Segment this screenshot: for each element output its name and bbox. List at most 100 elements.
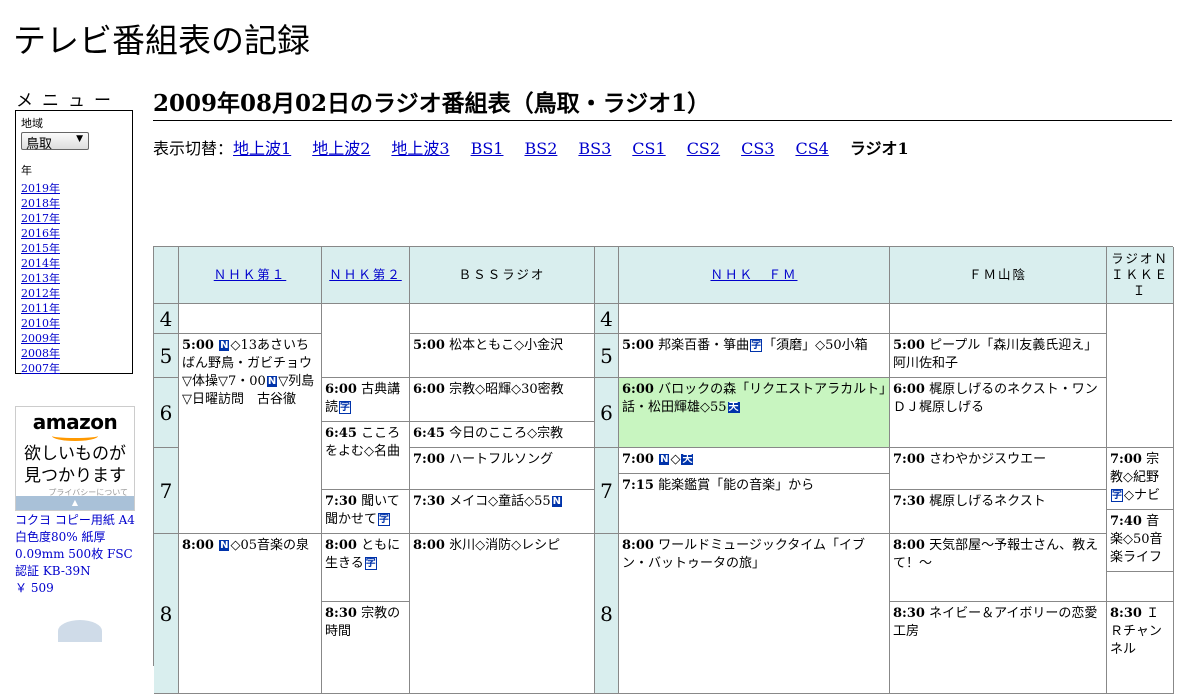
year-link-2009[interactable]: 2009年 (21, 331, 127, 346)
hour-cell: 8 (154, 534, 179, 694)
year-link-2010[interactable]: 2010年 (21, 316, 127, 331)
switch-bs2[interactable]: BS2 (524, 139, 557, 158)
amazon-ad[interactable]: amazon 欲しいものが 見つかります プライバシーについて ▲ (15, 406, 135, 511)
hour-header-corner-right (595, 247, 619, 304)
program-empty (322, 304, 410, 378)
program-cell[interactable]: 5:00 邦楽百番・箏曲字「須磨」◇50小箱 (619, 334, 890, 378)
ad-product-image[interactable] (58, 620, 102, 642)
ad-line1: 欲しいものが (24, 444, 126, 464)
caption-icon: 字 (378, 513, 391, 526)
program-empty (1107, 304, 1174, 448)
program-cell[interactable]: 7:30 聞いて聞かせて字 (322, 490, 410, 534)
program-cell[interactable]: 7:00 ハートフルソング (410, 448, 595, 490)
caption-icon: 字 (364, 557, 377, 570)
region-select-value: 鳥取 (26, 137, 53, 152)
ad-scroll-up-icon[interactable]: ▲ (16, 496, 134, 510)
switch-terrestrial2[interactable]: 地上波2 (312, 139, 370, 158)
program-cell[interactable]: 5:00 松本ともこ◇小金沢 (410, 334, 595, 378)
switch-cs2[interactable]: CS2 (687, 139, 720, 158)
hour-cell: 7 (595, 448, 619, 534)
hour-cell: 4 (595, 304, 619, 334)
hour-cell: 6 (595, 378, 619, 448)
year-link-2015[interactable]: 2015年 (21, 241, 127, 256)
program-empty (410, 304, 595, 334)
news-icon: N (219, 540, 230, 551)
program-cell[interactable]: 8:00 N ◇05音楽の泉 (179, 534, 322, 694)
year-link-2012[interactable]: 2012年 (21, 286, 127, 301)
amazon-logo: amazon (32, 410, 118, 434)
news-icon: N (551, 496, 562, 507)
program-cell[interactable]: 7:30 メイコ◇童話◇55 N (410, 490, 595, 534)
program-cell[interactable]: 6:00 宗教◇昭輝◇30密教 (410, 378, 595, 422)
menu-box: 地域 鳥取 ▼ 年 2019年 2018年 2017年 2016年 2015年 … (15, 110, 133, 376)
caption-icon: 字 (750, 339, 763, 352)
year-link-2007[interactable]: 2007年 (21, 361, 127, 376)
channel-header-nhk1: ＮＨＫ第１ (179, 247, 322, 304)
program-cell[interactable]: 6:45 今日のこころ◇宗教 (410, 422, 595, 448)
program-cell[interactable]: 6:00 梶原しげるのネクスト・ワンＤＪ梶原しげる (890, 378, 1107, 448)
year-link-2019[interactable]: 2019年 (21, 181, 127, 196)
switch-radio1-current: ラジオ1 (849, 139, 909, 158)
program-cell[interactable]: 8:00 天気部屋～予報士さん、教えて！～ (890, 534, 1107, 602)
channel-header-fmsanin: ＦＭ山陰 (890, 247, 1107, 304)
ad-line2: 見つかります (24, 466, 126, 486)
year-link-2017[interactable]: 2017年 (21, 211, 127, 226)
year-link-2013[interactable]: 2013年 (21, 271, 127, 286)
news-icon: N (659, 454, 670, 465)
stereo-icon: 天 (727, 402, 740, 413)
year-link-2008[interactable]: 2008年 (21, 346, 127, 361)
channel-header-nhk2: ＮＨＫ第２ (322, 247, 410, 304)
program-cell-highlighted[interactable]: 6:00 バロックの森「リクエストアラカルト」話・松田輝雄◇55 天 (619, 378, 890, 448)
switch-cs1[interactable]: CS1 (632, 139, 665, 158)
switch-bs1[interactable]: BS1 (471, 139, 504, 158)
ad-product-link[interactable]: コクヨ コピー用紙 A4 白色度80% 紙厚 0.09mm 500枚 FSC認証… (15, 512, 137, 580)
hour-cell: 8 (595, 534, 619, 694)
channel-header-bss: ＢＳＳラジオ (410, 247, 595, 304)
program-cell[interactable]: 7:40 音楽◇50音楽ライフ (1107, 510, 1174, 572)
program-cell[interactable]: 7:15 能楽鑑賞「能の音楽」から (619, 474, 890, 534)
caption-icon: 字 (1111, 489, 1123, 502)
ad-product-price: ￥ 509 (15, 581, 54, 595)
switcher-label: 表示切替： (153, 139, 234, 158)
year-list: 2019年 2018年 2017年 2016年 2015年 2014年 2013… (21, 181, 127, 376)
program-cell[interactable]: 5:00 N ◇13あさいちばん野鳥・ガビチョウ▽体操▽7・00 N ▽列島▽日曜訪問… (179, 334, 322, 534)
program-cell[interactable]: 7:00 宗教◇紀野字 ◇ナビ (1107, 448, 1174, 510)
switch-bs3[interactable]: BS3 (578, 139, 611, 158)
program-cell[interactable]: 8:00 氷川◇消防◇レシピ (410, 534, 595, 694)
site-title: テレビ番組表の記録 (13, 21, 310, 60)
program-cell[interactable]: 6:45 こころをよむ◇名曲 (322, 422, 410, 490)
region-label: 地域 (21, 117, 43, 130)
program-cell[interactable]: 5:00 ピープル「森川友義氏迎え」阿川佐和子 (890, 334, 1107, 378)
channel-link-nhk1[interactable]: ＮＨＫ第１ (214, 267, 287, 283)
program-empty (179, 304, 322, 334)
year-link-2011[interactable]: 2011年 (21, 301, 127, 316)
program-cell[interactable]: 6:00 古典講読字 (322, 378, 410, 422)
menu-title: メニュー (16, 91, 120, 111)
year-link-2016[interactable]: 2016年 (21, 226, 127, 241)
switch-terrestrial1[interactable]: 地上波1 (233, 139, 291, 158)
news-icon: N (266, 376, 278, 387)
program-cell[interactable]: 8:00 ワールドミュージックタイム「イブン・バットゥータの旅」 (619, 534, 890, 694)
hour-cell: 6 (154, 378, 179, 448)
program-cell[interactable]: 8:30 ネイビー＆アイボリーの恋愛工房 (890, 602, 1107, 694)
switch-cs4[interactable]: CS4 (795, 139, 828, 158)
program-cell[interactable]: 7:00 N ◇ 天 (619, 448, 890, 474)
switch-cs3[interactable]: CS3 (741, 139, 774, 158)
channel-link-nhk2[interactable]: ＮＨＫ第２ (329, 267, 402, 283)
channel-header-nhkfm: ＮＨＫ ＦＭ (619, 247, 890, 304)
program-empty (1107, 572, 1174, 602)
program-cell[interactable]: 7:00 さわやかジスウエー (890, 448, 1107, 490)
region-select[interactable]: 鳥取 ▼ (21, 132, 89, 152)
channel-header-nikkei: ラジオＮＩＫＫＥＩ (1107, 247, 1174, 304)
program-cell[interactable]: 8:30 ＩＲチャンネル (1107, 602, 1174, 694)
view-switcher: 表示切替：地上波1 地上波2 地上波3 BS1 BS2 BS3 CS1 CS2 CS3 CS4 ラジ… (153, 135, 909, 159)
program-cell[interactable]: 8:00 ともに生きる字 (322, 534, 410, 602)
channel-link-nhkfm[interactable]: ＮＨＫ ＦＭ (710, 267, 797, 283)
stereo-icon: 天 (681, 454, 694, 465)
program-cell[interactable]: 7:30 梶原しげるネクスト (890, 490, 1107, 534)
year-link-2014[interactable]: 2014年 (21, 256, 127, 271)
program-cell[interactable]: 8:30 宗教の時間 (322, 602, 410, 694)
year-link-2018[interactable]: 2018年 (21, 196, 127, 211)
hour-cell: 5 (595, 334, 619, 378)
switch-terrestrial3[interactable]: 地上波3 (391, 139, 449, 158)
